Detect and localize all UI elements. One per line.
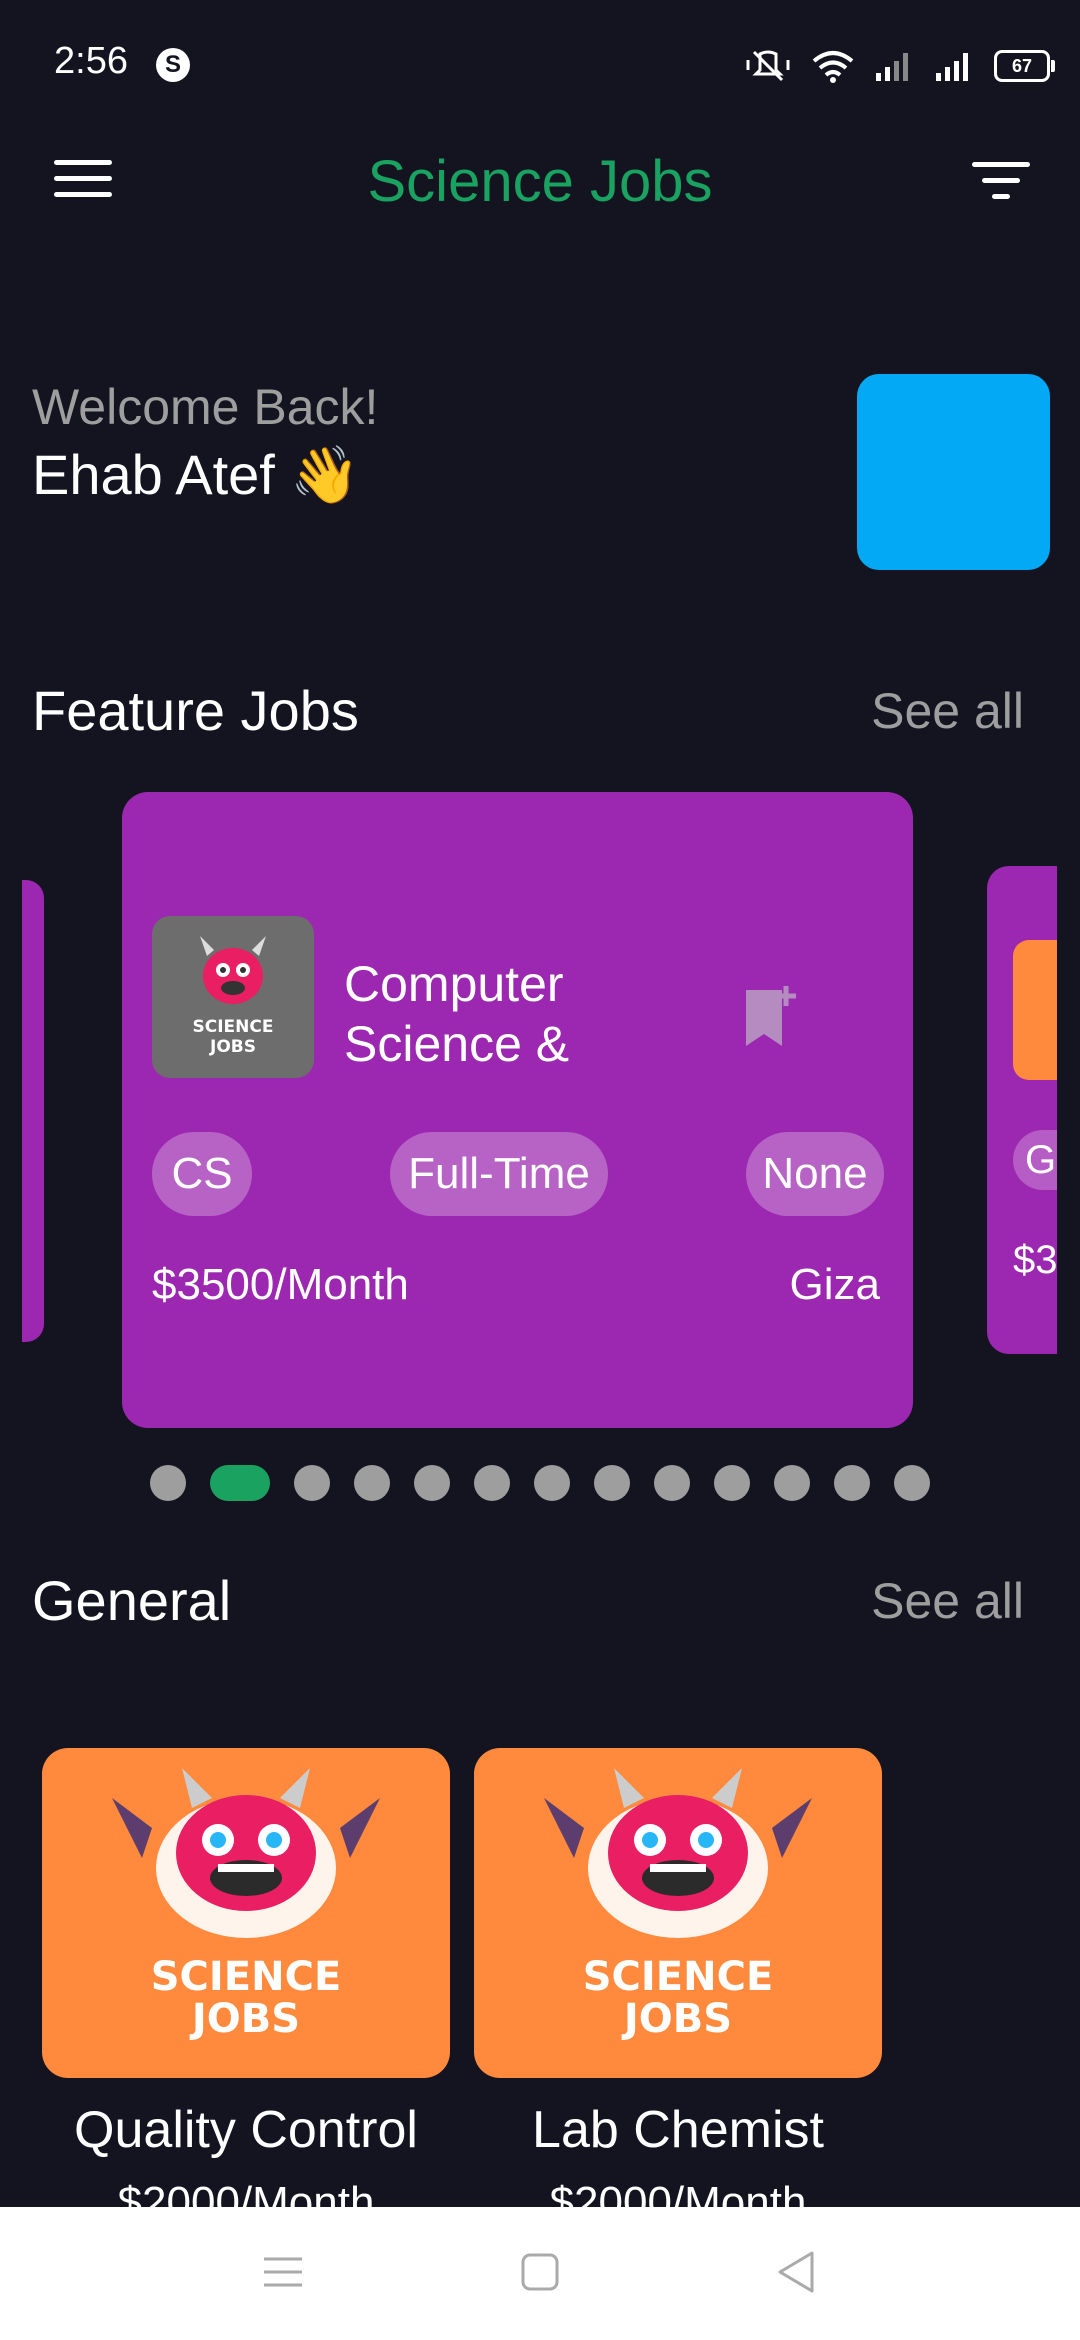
carousel-dot[interactable]: [150, 1465, 186, 1501]
system-nav-bar: [0, 2207, 1080, 2340]
recent-apps-icon[interactable]: [258, 2247, 308, 2297]
status-icons: 67: [744, 46, 1055, 86]
home-icon[interactable]: [515, 2247, 565, 2297]
company-logo: SCIENCE JOBS: [152, 916, 314, 1078]
job-type-chip: Full-Time: [390, 1132, 608, 1216]
app-title: Science Jobs: [367, 149, 713, 214]
carousel-dot[interactable]: [894, 1465, 930, 1501]
back-icon[interactable]: [772, 2247, 822, 2297]
battery-icon: 67: [994, 50, 1055, 82]
general-job-logo: SCIENCE JOBS: [474, 1748, 882, 2078]
signal-icon-2: [936, 53, 968, 81]
filter-icon[interactable]: [972, 162, 1030, 204]
welcome-greeting: Welcome Back!: [32, 379, 379, 435]
notification-app-icon: S: [156, 48, 190, 82]
mute-vibrate-icon: [746, 50, 790, 82]
status-time: 2:56: [54, 40, 128, 82]
general-job-card[interactable]: SCIENCE JOBS Quality Control $2000/Month: [42, 1748, 450, 2228]
feature-card-next[interactable]: G $3: [987, 866, 1057, 1354]
carousel-dot[interactable]: [594, 1465, 630, 1501]
experience-chip: None: [746, 1132, 884, 1216]
feature-card-prev[interactable]: [22, 880, 44, 1342]
carousel-indicator: [150, 1464, 930, 1502]
job-salary: $3500/Month: [152, 1260, 409, 1309]
general-title: General: [32, 1569, 232, 1632]
svg-text:JOBS: JOBS: [189, 1996, 300, 2042]
feature-jobs-title: Feature Jobs: [32, 679, 359, 742]
carousel-dot[interactable]: [354, 1465, 390, 1501]
carousel-dot[interactable]: [714, 1465, 750, 1501]
carousel-dot[interactable]: [834, 1465, 870, 1501]
feature-job-card[interactable]: SCIENCE JOBS Computer Science & CS Full-…: [122, 792, 913, 1428]
carousel-dot[interactable]: [294, 1465, 330, 1501]
next-card-salary: $3: [1013, 1238, 1057, 1282]
general-job-logo: SCIENCE JOBS: [42, 1748, 450, 2078]
wifi-icon: [812, 51, 854, 83]
user-name: Ehab Atef 👋: [32, 443, 361, 506]
carousel-dot[interactable]: [414, 1465, 450, 1501]
next-card-logo: [1013, 940, 1057, 1080]
category-chip: CS: [152, 1132, 252, 1216]
job-title: Computer Science &: [344, 956, 570, 1072]
bookmark-add-icon[interactable]: [742, 980, 802, 1050]
feature-jobs-see-all[interactable]: See all: [871, 682, 1024, 740]
general-job-title: Quality Control: [74, 2101, 418, 2159]
general-job-title: Lab Chemist: [532, 2101, 824, 2159]
svg-text:SCIENCE: SCIENCE: [583, 1954, 774, 2000]
profile-avatar[interactable]: [857, 374, 1050, 570]
general-see-all[interactable]: See all: [871, 1572, 1024, 1630]
carousel-dot[interactable]: [654, 1465, 690, 1501]
svg-text:JOBS: JOBS: [621, 1996, 732, 2042]
next-card-chip: G: [1013, 1130, 1057, 1190]
carousel-dot[interactable]: [474, 1465, 510, 1501]
carousel-dot[interactable]: [774, 1465, 810, 1501]
svg-text:SCIENCE: SCIENCE: [193, 1017, 274, 1037]
carousel-dot-active[interactable]: [210, 1465, 270, 1501]
carousel-dot[interactable]: [534, 1465, 570, 1501]
job-location: Giza: [789, 1260, 880, 1309]
signal-icon-1: [876, 53, 908, 81]
general-job-card[interactable]: SCIENCE JOBS Lab Chemist $2000/Month: [474, 1748, 882, 2228]
svg-text:SCIENCE: SCIENCE: [151, 1954, 342, 2000]
svg-text:JOBS: JOBS: [209, 1037, 256, 1057]
